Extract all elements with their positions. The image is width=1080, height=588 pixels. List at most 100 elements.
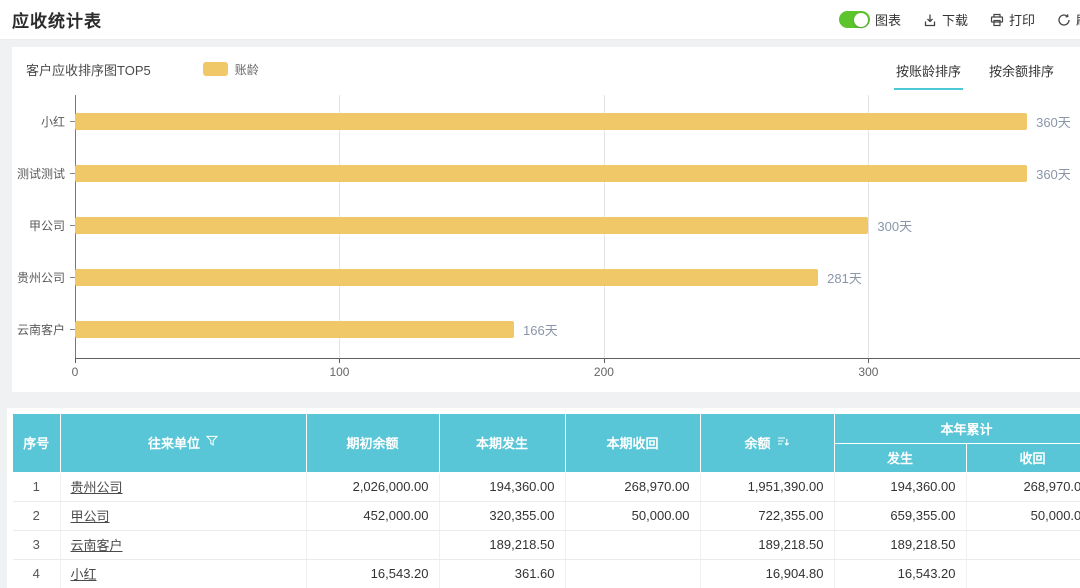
balance-cell: 722,355.00 (700, 501, 834, 530)
col-header-ytd-group: 本年累计 (834, 414, 1080, 443)
bar-ceshiceshi (75, 165, 1027, 182)
chart-panel: 客户应收排序图TOP5 账龄 按账龄排序 按余额排序 小红 测试测试 甲公司 贵… (12, 47, 1080, 392)
current-incurred-cell: 194,360.00 (439, 472, 565, 501)
x-tick-mark (339, 359, 340, 363)
category-label: 贵州公司 (12, 251, 75, 303)
col-header-ytd-incurred: 发生 (834, 443, 966, 472)
bar-xiaohong (75, 113, 1027, 130)
x-tick-mark (75, 359, 76, 363)
col-header-ytd-recovered: 收回 (966, 443, 1080, 472)
printer-icon (990, 13, 1004, 27)
row-index: 4 (13, 559, 60, 588)
x-tick-label: 200 (594, 365, 614, 379)
ytd-incurred-cell: 659,355.00 (834, 501, 966, 530)
refresh-icon (1057, 13, 1071, 27)
balance-cell: 16,904.80 (700, 559, 834, 588)
table-row: 1 贵州公司 2,026,000.00 194,360.00 268,970.0… (13, 472, 1080, 501)
ytd-incurred-cell: 189,218.50 (834, 530, 966, 559)
sort-descending-icon[interactable] (777, 435, 790, 451)
chart-toggle[interactable] (839, 11, 870, 28)
bar-row: 360天 (75, 147, 1080, 199)
category-label: 甲公司 (12, 199, 75, 251)
category-label: 测试测试 (12, 147, 75, 199)
bar-guizhougongsi (75, 269, 818, 286)
row-index: 3 (13, 530, 60, 559)
print-button[interactable]: 打印 (990, 10, 1035, 29)
sort-tabs: 按账龄排序 按余额排序 (894, 48, 1056, 90)
table-row: 4 小红 16,543.20 361.60 16,904.80 16,543.2… (13, 559, 1080, 588)
tab-sort-by-balance[interactable]: 按余额排序 (987, 48, 1056, 90)
y-axis-category-labels: 小红 测试测试 甲公司 贵州公司 云南客户 (12, 95, 75, 355)
bar-value-label: 166天 (523, 320, 558, 339)
tab-sort-by-aging[interactable]: 按账龄排序 (894, 48, 963, 90)
ytd-recovered-cell (966, 530, 1080, 559)
page: 应收统计表 图表 下载 打印 (0, 0, 1080, 588)
col-header-balance: 余额 (700, 414, 834, 472)
ytd-recovered-cell (966, 559, 1080, 588)
top-bar: 应收统计表 图表 下载 打印 (0, 0, 1080, 40)
page-title: 应收统计表 (12, 7, 102, 32)
bar-value-label: 281天 (827, 268, 862, 287)
current-incurred-cell: 320,355.00 (439, 501, 565, 530)
balance-cell: 189,218.50 (700, 530, 834, 559)
toolbar: 图表 下载 打印 (839, 10, 1080, 29)
unit-link[interactable]: 云南客户 (71, 538, 123, 553)
col-header-unit: 往来单位 (60, 414, 306, 472)
ytd-recovered-cell: 50,000.00 (966, 501, 1080, 530)
ytd-recovered-cell: 268,970.00 (966, 472, 1080, 501)
chart-title: 客户应收排序图TOP5 (26, 60, 151, 79)
balance-cell: 1,951,390.00 (700, 472, 834, 501)
category-label: 小红 (12, 95, 75, 147)
unit-link[interactable]: 甲公司 (71, 509, 110, 524)
row-index: 1 (13, 472, 60, 501)
unit-link[interactable]: 小红 (71, 567, 97, 582)
x-axis-line (75, 358, 1080, 359)
chart-header: 客户应收排序图TOP5 账龄 按账龄排序 按余额排序 (12, 47, 1080, 91)
current-recovered-cell: 268,970.00 (565, 472, 700, 501)
x-tick-mark (604, 359, 605, 363)
chart-toggle-label: 图表 (875, 10, 901, 29)
current-recovered-cell: 50,000.00 (565, 501, 700, 530)
row-index: 2 (13, 501, 60, 530)
category-label: 云南客户 (12, 303, 75, 355)
current-incurred-cell: 361.60 (439, 559, 565, 588)
download-icon (923, 13, 937, 27)
receivables-table: 序号 往来单位 期初余额 本期发生 本期收回 (13, 414, 1080, 588)
ytd-incurred-cell: 194,360.00 (834, 472, 966, 501)
toggle-knob (854, 13, 868, 27)
col-header-no: 序号 (13, 414, 60, 472)
legend-label: 账龄 (235, 61, 259, 78)
bar-value-label: 300天 (877, 216, 912, 235)
current-recovered-cell (565, 530, 700, 559)
ytd-incurred-cell: 16,543.20 (834, 559, 966, 588)
table-panel: 序号 往来单位 期初余额 本期发生 本期收回 (7, 408, 1080, 588)
unit-link[interactable]: 贵州公司 (71, 480, 123, 495)
refresh-button[interactable]: 刷新 (1057, 10, 1080, 29)
col-header-current-incurred: 本期发生 (439, 414, 565, 472)
current-incurred-cell: 189,218.50 (439, 530, 565, 559)
refresh-label: 刷新 (1076, 10, 1080, 29)
chart-legend[interactable]: 账龄 (203, 61, 259, 78)
current-recovered-cell (565, 559, 700, 588)
legend-swatch (203, 62, 228, 76)
bar-rows: 360天 360天 300天 281天 (75, 95, 1080, 358)
opening-balance-cell: 452,000.00 (306, 501, 439, 530)
table-row: 3 云南客户 189,218.50 189,218.50 189,218.50 (13, 530, 1080, 559)
x-tick-label: 0 (72, 365, 79, 379)
plot-area: 360天 360天 300天 281天 (75, 95, 1080, 358)
bar-row: 300天 (75, 199, 1080, 251)
bar-value-label: 360天 (1036, 112, 1071, 131)
col-header-opening-balance: 期初余额 (306, 414, 439, 472)
bar-row: 166天 (75, 303, 1080, 355)
opening-balance-cell: 16,543.20 (306, 559, 439, 588)
chart-toggle-group: 图表 (839, 10, 901, 29)
x-tick-label: 300 (858, 365, 878, 379)
bar-value-label: 360天 (1036, 164, 1071, 183)
print-label: 打印 (1009, 10, 1035, 29)
bar-jiagongsi (75, 217, 868, 234)
filter-funnel-icon[interactable] (206, 435, 218, 450)
download-label: 下载 (942, 10, 968, 29)
col-header-current-recovered: 本期收回 (565, 414, 700, 472)
download-button[interactable]: 下载 (923, 10, 968, 29)
bar-yunnankehu (75, 321, 514, 338)
